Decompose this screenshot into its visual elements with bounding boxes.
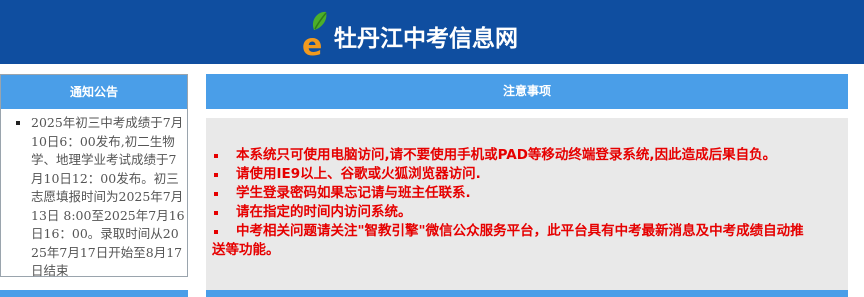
bullet-icon [16, 121, 20, 125]
bullet-icon [214, 154, 218, 158]
rule-text: 本系统只可使用电脑访问,请不要使用手机或PAD等移动终端登录系统,因此造成后果自… [236, 147, 777, 163]
bullet-icon [214, 211, 218, 215]
left-footer-bar [0, 290, 188, 297]
site-header: e 牡丹江中考信息网 [0, 0, 864, 64]
notice-list: 2025年初三中考成绩于7月10日6：00发布,初二生物学、地理学业考试成绩于7… [1, 114, 187, 281]
rule-text: 学生登录密码如果忘记请与班主任联系. [236, 185, 471, 201]
main-panel-title: 注意事项 [206, 74, 848, 109]
svg-text:e: e [302, 28, 322, 60]
right-footer-bar [206, 290, 848, 297]
bullet-icon [214, 192, 218, 196]
rule-item: 请在指定的时间内访问系统。 [212, 203, 812, 222]
rule-text: 中考相关问题请关注"智教引擎"微信公众服务平台，此平台具有中考最新消息及中考成绩… [212, 223, 804, 258]
rule-item: 学生登录密码如果忘记请与班主任联系. [212, 184, 812, 203]
notice-panel: 通知公告 2025年初三中考成绩于7月10日6：00发布,初二生物学、地理学业考… [0, 74, 188, 278]
rules-list: 本系统只可使用电脑访问,请不要使用手机或PAD等移动终端登录系统,因此造成后果自… [212, 146, 812, 260]
rule-text: 请在指定的时间内访问系统。 [236, 204, 412, 220]
site-title: 牡丹江中考信息网 [334, 26, 518, 52]
bullet-icon [214, 230, 218, 234]
bullet-icon [214, 173, 218, 177]
notice-item-text: 2025年初三中考成绩于7月10日6：00发布,初二生物学、地理学业考试成绩于7… [31, 115, 185, 278]
rule-item: 中考相关问题请关注"智教引擎"微信公众服务平台，此平台具有中考最新消息及中考成绩… [212, 222, 812, 260]
rule-item: 本系统只可使用电脑访问,请不要使用手机或PAD等移动终端登录系统,因此造成后果自… [212, 146, 812, 165]
site-logo[interactable]: e 牡丹江中考信息网 [300, 8, 570, 60]
rule-text: 请使用IE9以上、谷歌或火狐浏览器访问. [236, 166, 481, 182]
notice-item[interactable]: 2025年初三中考成绩于7月10日6：00发布,初二生物学、地理学业考试成绩于7… [15, 114, 185, 281]
rule-item: 请使用IE9以上、谷歌或火狐浏览器访问. [212, 165, 812, 184]
notice-panel-title: 通知公告 [1, 75, 187, 109]
rules-panel: 本系统只可使用电脑访问,请不要使用手机或PAD等移动终端登录系统,因此造成后果自… [206, 118, 848, 297]
